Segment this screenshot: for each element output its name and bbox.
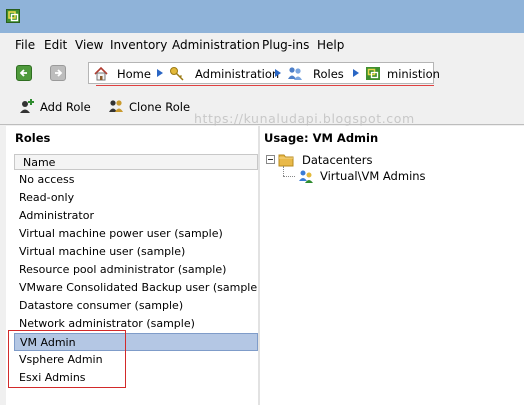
divider [0,124,524,125]
menu-inventory[interactable]: Inventory [110,38,167,52]
roles-panel-title: Roles [15,131,51,145]
role-name: Datastore consumer (sample) [19,299,184,312]
role-name: Network administrator (sample) [19,317,195,330]
tree-connector [283,166,284,176]
breadcrumb-separator-icon [275,69,281,77]
vcenter-icon [366,67,380,80]
tree-item-datacenters[interactable]: Datacenters [302,153,372,167]
tree-connector [283,176,295,177]
breadcrumb-roles[interactable]: Roles [313,67,344,81]
breadcrumb-separator-icon [353,69,359,77]
breadcrumb: Home Administration Roles ministion [88,62,440,84]
usage-panel-title: Usage: VM Admin [264,131,379,145]
add-role-icon [20,99,34,113]
breadcrumb-underline [96,85,434,86]
home-icon [94,66,108,81]
clone-role-label: Clone Role [129,100,191,114]
role-name: Virtual machine power user (sample) [19,227,223,240]
administration-key-icon [170,67,184,81]
arrow-left-icon [19,69,27,77]
breadcrumb-administration[interactable]: Administration [195,67,279,81]
role-name: VMware Consolidated Backup user (sample) [19,281,262,294]
role-name: Read-only [19,191,75,204]
roles-users-icon [288,67,302,80]
breadcrumb-home[interactable]: Home [117,67,151,81]
clone-role-icon [109,100,123,112]
arrow-right-icon [55,69,63,77]
add-role-label: Add Role [40,100,91,114]
folder-icon [278,154,294,167]
forward-button[interactable] [50,65,66,81]
role-row[interactable]: Datastore consumer (sample) [14,297,258,315]
role-row[interactable]: Virtual machine power user (sample) [14,225,258,243]
column-header-label: Name [23,156,56,169]
menu-administration[interactable]: Administration [172,38,260,52]
highlight-annotation-box [8,330,126,388]
usage-panel: Usage: VM Admin [260,126,524,405]
breadcrumb-current[interactable]: ministion [387,67,440,81]
tree-item-vm-admins[interactable]: Virtual\VM Admins [320,169,426,183]
column-header-name[interactable]: Name [14,154,258,170]
menu-bar: File Edit View Inventory Administration … [0,33,524,55]
role-row[interactable]: Resource pool administrator (sample) [14,261,258,279]
role-row[interactable]: Read-only [14,189,258,207]
role-name: Resource pool administrator (sample) [19,263,227,276]
user-group-icon [299,170,313,183]
role-row[interactable]: No access [14,171,258,189]
role-row[interactable]: VMware Consolidated Backup user (sample) [14,279,262,297]
tree-collapse-icon[interactable] [266,155,275,164]
menu-edit[interactable]: Edit [44,38,67,52]
menu-help[interactable]: Help [317,38,344,52]
breadcrumb-separator-icon [157,69,163,77]
role-name: No access [19,173,75,186]
back-button[interactable] [16,65,32,81]
role-row[interactable]: Virtual machine user (sample) [14,243,258,261]
title-bar [0,0,524,33]
role-row[interactable]: Administrator [14,207,258,225]
vsphere-app-icon [6,9,20,23]
menu-plugins[interactable]: Plug-ins [262,38,309,52]
role-name: Virtual machine user (sample) [19,245,186,258]
role-name: Administrator [19,209,94,222]
menu-file[interactable]: File [15,38,35,52]
menu-view[interactable]: View [75,38,103,52]
